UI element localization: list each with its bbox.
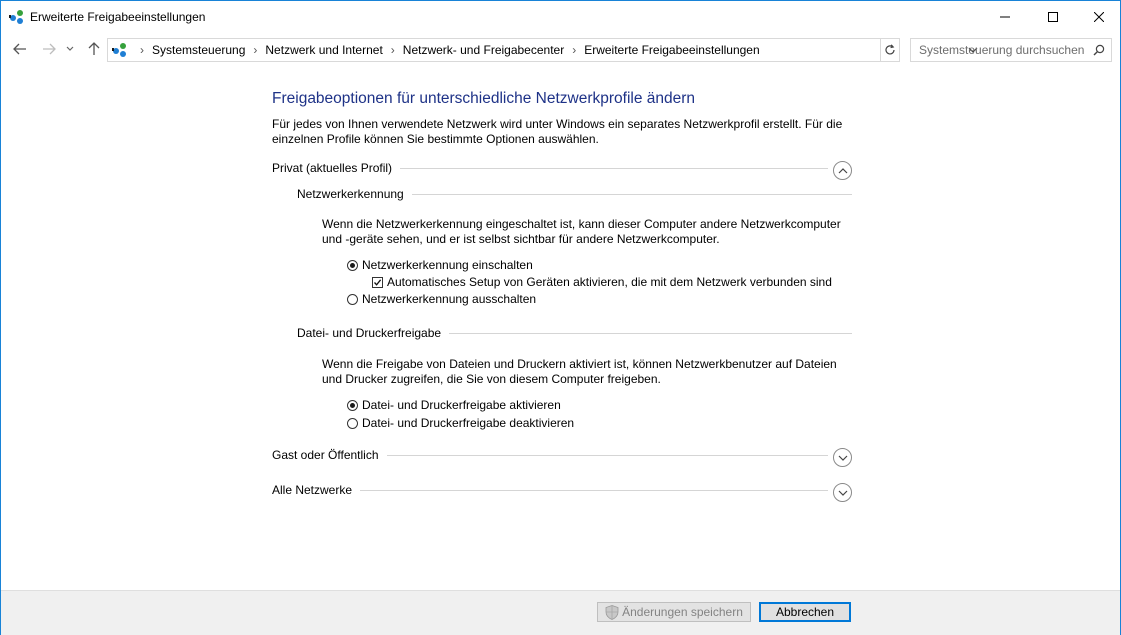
radio-network-discovery-off[interactable]: Netzwerkerkennung ausschalten xyxy=(347,292,536,306)
arrow-left-icon xyxy=(13,43,27,55)
cancel-button[interactable]: Abbrechen xyxy=(759,602,851,622)
network-discovery-description: Wenn die Netzwerkerkennung eingeschaltet… xyxy=(322,217,852,247)
breadcrumb-item[interactable]: Netzwerk und Internet xyxy=(265,43,382,57)
profile-label[interactable]: Alle Netzwerke xyxy=(272,483,360,497)
radio-network-discovery-on[interactable]: Netzwerkerkennung einschalten xyxy=(347,258,533,272)
minimize-button[interactable] xyxy=(982,1,1028,32)
subsection-header-network-discovery: Netzwerkerkennung xyxy=(297,184,852,204)
maximize-button[interactable] xyxy=(1030,1,1076,32)
forward-button[interactable] xyxy=(39,39,59,59)
arrow-right-icon xyxy=(42,43,56,55)
breadcrumb-item[interactable]: Netzwerk- und Freigabecenter xyxy=(403,43,564,57)
window: Erweiterte Freigabeeinstellungen xyxy=(0,0,1121,635)
radio-unselected[interactable] xyxy=(347,418,358,429)
minimize-icon xyxy=(1000,12,1010,22)
subsection-label: Netzwerkerkennung xyxy=(297,187,412,201)
divider xyxy=(387,455,829,456)
subsection-header-file-printer-sharing: Datei- und Druckerfreigabe xyxy=(297,323,852,343)
checkmark-icon xyxy=(373,278,382,287)
radio-selected[interactable] xyxy=(347,400,358,411)
divider xyxy=(360,490,828,491)
option-label[interactable]: Datei- und Druckerfreigabe aktivieren xyxy=(362,398,561,412)
checkbox-checked[interactable] xyxy=(372,277,383,288)
chevron-right-icon: › xyxy=(140,43,144,57)
page-title: Freigabeoptionen für unterschiedliche Ne… xyxy=(272,90,695,108)
breadcrumb: › Systemsteuerung › Netzwerk und Interne… xyxy=(132,39,760,61)
arrow-up-icon xyxy=(88,42,100,56)
checkbox-label[interactable]: Automatisches Setup von Geräten aktivier… xyxy=(387,275,832,289)
radio-selected[interactable] xyxy=(347,260,358,271)
close-button[interactable] xyxy=(1076,1,1121,32)
breadcrumb-item[interactable]: Erweiterte Freigabeeinstellungen xyxy=(584,43,759,57)
profile-header-private[interactable]: Privat (aktuelles Profil) xyxy=(272,158,828,178)
expand-guest-public-button[interactable] xyxy=(833,448,852,467)
profile-header-all-networks[interactable]: Alle Netzwerke xyxy=(272,480,828,500)
search-icon[interactable] xyxy=(1091,42,1107,58)
refresh-icon xyxy=(884,44,896,56)
network-sharing-icon xyxy=(112,42,128,58)
chevron-down-icon xyxy=(838,490,848,496)
profile-header-guest-public[interactable]: Gast oder Öffentlich xyxy=(272,445,828,465)
refresh-button[interactable] xyxy=(880,38,900,62)
option-label[interactable]: Netzwerkerkennung einschalten xyxy=(362,258,533,272)
back-button[interactable] xyxy=(10,39,30,59)
radio-file-sharing-off[interactable]: Datei- und Druckerfreigabe deaktivieren xyxy=(347,416,574,430)
maximize-icon xyxy=(1048,12,1058,22)
intro-text: Für jedes von Ihnen verwendete Netzwerk … xyxy=(272,117,852,147)
expand-all-networks-button[interactable] xyxy=(833,483,852,502)
radio-unselected[interactable] xyxy=(347,294,358,305)
option-label[interactable]: Netzwerkerkennung ausschalten xyxy=(362,292,536,306)
window-title: Erweiterte Freigabeeinstellungen xyxy=(30,10,205,24)
search-box[interactable] xyxy=(910,38,1112,62)
collapse-private-button[interactable] xyxy=(833,161,852,180)
profile-label[interactable]: Gast oder Öffentlich xyxy=(272,448,387,462)
radio-file-sharing-on[interactable]: Datei- und Druckerfreigabe aktivieren xyxy=(347,398,561,412)
save-changes-button[interactable]: Änderungen speichern xyxy=(597,602,751,622)
chevron-right-icon[interactable]: › xyxy=(572,43,576,57)
file-printer-sharing-description: Wenn die Freigabe von Dateien und Drucke… xyxy=(322,357,852,387)
breadcrumb-item[interactable]: Systemsteuerung xyxy=(152,43,245,57)
chevron-right-icon[interactable]: › xyxy=(253,43,257,57)
save-button-label: Änderungen speichern xyxy=(622,605,743,619)
up-button[interactable] xyxy=(84,39,104,59)
recent-locations-button[interactable] xyxy=(63,39,77,59)
chevron-down-icon xyxy=(66,46,74,52)
button-bar: Änderungen speichern Abbrechen xyxy=(1,590,1120,635)
profile-label[interactable]: Privat (aktuelles Profil) xyxy=(272,161,400,175)
address-bar[interactable]: › Systemsteuerung › Netzwerk und Interne… xyxy=(107,38,881,62)
uac-shield-icon xyxy=(605,605,619,620)
close-icon xyxy=(1094,12,1104,22)
option-label[interactable]: Datei- und Druckerfreigabe deaktivieren xyxy=(362,416,574,430)
chevron-down-icon xyxy=(838,455,848,461)
network-sharing-icon xyxy=(9,9,25,25)
divider xyxy=(449,333,852,334)
subsection-label: Datei- und Druckerfreigabe xyxy=(297,326,449,340)
chevron-up-icon xyxy=(838,168,848,174)
checkbox-auto-setup[interactable]: Automatisches Setup von Geräten aktivier… xyxy=(372,275,832,289)
title-bar: Erweiterte Freigabeeinstellungen xyxy=(1,1,1120,32)
divider xyxy=(412,194,852,195)
divider xyxy=(400,168,828,169)
search-input[interactable] xyxy=(911,39,1089,61)
chevron-right-icon[interactable]: › xyxy=(391,43,395,57)
